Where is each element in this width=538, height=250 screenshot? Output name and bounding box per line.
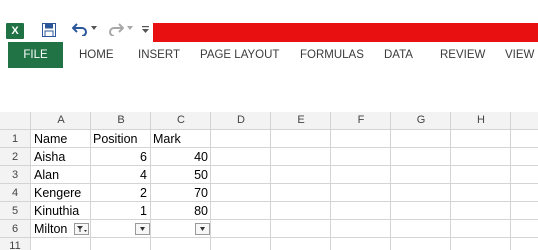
tab-review[interactable]: REVIEW (440, 42, 485, 68)
dropdown-arrow-icon[interactable] (135, 223, 150, 235)
column-header-e[interactable]: E (271, 112, 331, 129)
cell-a6[interactable]: Milton (34, 220, 74, 238)
tab-file[interactable]: FILE (8, 42, 63, 68)
grid-line (510, 112, 511, 250)
column-header-g[interactable]: G (391, 112, 451, 129)
tab-insert[interactable]: INSERT (138, 42, 180, 68)
column-header-b[interactable]: B (91, 112, 151, 129)
tab-home[interactable]: HOME (79, 42, 114, 68)
cell-c4[interactable]: 70 (151, 184, 208, 202)
customize-toolbar-icon[interactable] (142, 26, 149, 33)
tab-view[interactable]: VIEW (505, 42, 534, 68)
grid-line (210, 112, 211, 250)
cell-a2[interactable]: Aisha (34, 148, 89, 166)
column-header-f[interactable]: F (331, 112, 391, 129)
column-header-h[interactable]: H (451, 112, 511, 129)
dropdown-arrow-icon[interactable] (195, 223, 210, 235)
redo-icon[interactable] (108, 22, 124, 36)
undo-icon[interactable] (72, 22, 88, 36)
cell-b3[interactable]: 4 (91, 166, 147, 184)
cell-c2[interactable]: 40 (151, 148, 208, 166)
row-header-4[interactable]: 4 (0, 184, 30, 202)
column-header-c[interactable]: C (151, 112, 211, 129)
cell-a1[interactable]: Name (34, 130, 89, 148)
redo-dropdown-icon[interactable] (127, 26, 133, 30)
grid-line (450, 112, 451, 250)
cell-a5[interactable]: Kinuthia (34, 202, 89, 220)
tab-page-layout[interactable]: PAGE LAYOUT (200, 42, 279, 68)
title-bar (153, 23, 538, 42)
ribbon-tabs: FILE HOME INSERT PAGE LAYOUT FORMULAS DA… (0, 42, 538, 68)
save-icon[interactable] (42, 23, 56, 37)
row-header-6[interactable]: 6 (0, 220, 30, 238)
cell-c5[interactable]: 80 (151, 202, 208, 220)
cell-b1[interactable]: Position (93, 130, 149, 148)
excel-logo-letter: X (11, 25, 19, 37)
cell-c3[interactable]: 50 (151, 166, 208, 184)
cell-c1[interactable]: Mark (153, 130, 209, 148)
grid-line (30, 112, 31, 250)
cell-a3[interactable]: Alan (34, 166, 89, 184)
excel-logo-icon: X (6, 23, 24, 39)
filter-active-icon[interactable] (74, 223, 89, 235)
tab-data[interactable]: DATA (384, 42, 413, 68)
row-header-2[interactable]: 2 (0, 148, 30, 166)
column-header-a[interactable]: A (31, 112, 91, 129)
quick-access-toolbar: X (0, 0, 538, 42)
row-header-1[interactable]: 1 (0, 130, 30, 148)
row-header-3[interactable]: 3 (0, 166, 30, 184)
grid-line (330, 112, 331, 250)
cell-b5[interactable]: 1 (91, 202, 147, 220)
undo-dropdown-icon[interactable] (91, 26, 97, 30)
row-header-11[interactable]: 11 (0, 238, 30, 250)
column-header-d[interactable]: D (211, 112, 271, 129)
cell-a4[interactable]: Kengere (34, 184, 89, 202)
cell-b4[interactable]: 2 (91, 184, 147, 202)
cell-b2[interactable]: 6 (91, 148, 147, 166)
tab-formulas[interactable]: FORMULAS (300, 42, 364, 68)
row-header-5[interactable]: 5 (0, 202, 30, 220)
grid-line (270, 112, 271, 250)
grid-line (390, 112, 391, 250)
grid-line (0, 237, 538, 238)
